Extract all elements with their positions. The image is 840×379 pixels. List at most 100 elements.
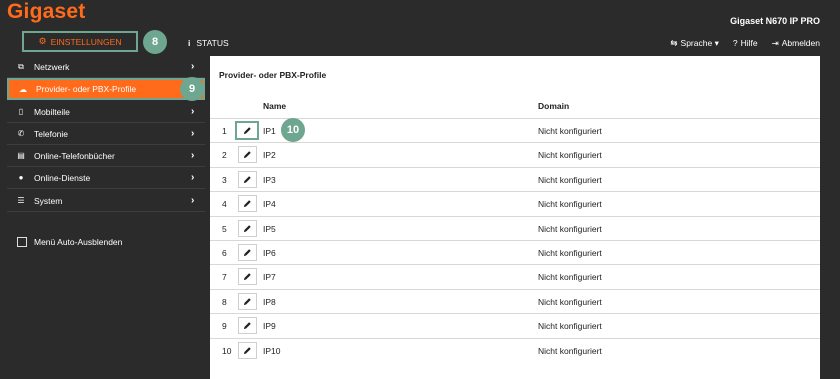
row-number: 7 — [222, 272, 227, 283]
step-badge-10: 10 — [281, 118, 305, 142]
profile-domain: Nicht konfiguriert — [538, 126, 602, 136]
chevron-right-icon: › — [191, 61, 195, 72]
chevron-right-icon: › — [191, 128, 195, 139]
pencil-icon — [243, 297, 252, 306]
table-row: 2 IP2 Nicht konfiguriert — [210, 142, 820, 166]
table-row: 4 IP4 Nicht konfiguriert — [210, 191, 820, 215]
profile-name: IP7 — [263, 272, 276, 283]
cloud-icon: ☁ — [19, 84, 27, 94]
edit-button[interactable] — [238, 170, 257, 188]
info-icon: i — [188, 38, 191, 48]
table-row: 3 IP3 Nicht konfiguriert — [210, 166, 820, 191]
edit-button[interactable] — [238, 268, 257, 286]
pencil-icon — [243, 248, 252, 257]
profile-domain: Nicht konfiguriert — [538, 150, 602, 161]
sidebar-item-label: System — [34, 195, 63, 206]
sidebar-item-online-services[interactable]: ● Online-Dienste › — [7, 167, 205, 189]
profile-domain: Nicht konfiguriert — [538, 272, 602, 283]
chevron-right-icon: › — [191, 172, 195, 183]
profile-domain: Nicht konfiguriert — [538, 248, 602, 258]
profile-domain: Nicht konfiguriert — [538, 174, 602, 185]
profile-domain: Nicht konfiguriert — [538, 199, 602, 210]
pencil-icon — [243, 126, 252, 135]
main-panel: Provider- oder PBX-Profile Name Domain 1… — [210, 56, 820, 379]
pencil-icon — [243, 272, 252, 281]
gigaset-logo: Gigaset — [7, 0, 86, 23]
profile-domain: Nicht konfiguriert — [538, 296, 602, 307]
sidebar-item-label: Netzwerk — [34, 61, 70, 72]
pencil-icon — [243, 150, 252, 159]
book-icon: ▤ — [17, 151, 25, 160]
pencil-icon — [243, 224, 252, 233]
chevron-right-icon: › — [191, 106, 195, 117]
sidebar-item-online-phonebooks[interactable]: ▤ Online-Telefonbücher › — [7, 145, 205, 167]
tab-settings[interactable]: ⚙ EINSTELLUNGEN — [22, 31, 138, 52]
auto-hide-label: Menü Auto-Ausblenden — [34, 237, 123, 247]
sidebar-item-system[interactable]: ☰ System › — [7, 190, 205, 212]
step-badge-8: 8 — [143, 30, 167, 54]
language-icon: ⇆ — [670, 38, 678, 48]
handset-icon: ▯ — [18, 107, 24, 116]
edit-button[interactable] — [238, 341, 257, 359]
sidebar-item-label: Mobilteile — [34, 106, 70, 117]
auto-hide-toggle[interactable]: Menü Auto-Ausblenden — [17, 237, 122, 247]
language-menu[interactable]: ⇆ Sprache ▾ — [670, 38, 718, 49]
logout-link[interactable]: ⇥ Abmelden — [772, 38, 820, 49]
sidebar-item-network[interactable]: ⧉ Netzwerk › — [7, 56, 205, 78]
sidebar-item-label: Provider- oder PBX-Profile — [36, 84, 137, 94]
sidebar-item-handsets[interactable]: ▯ Mobilteile › — [7, 101, 205, 123]
header-links: ⇆ Sprache ▾ ? Hilfe ⇥ Abmelden — [670, 38, 820, 49]
row-number: 3 — [222, 174, 227, 185]
logout-icon: ⇥ — [771, 38, 779, 48]
language-label: Sprache — [680, 38, 713, 48]
globe-icon: ● — [18, 173, 24, 182]
step-badge-9: 9 — [180, 77, 204, 101]
edit-button[interactable] — [235, 121, 259, 140]
help-link[interactable]: ? Hilfe — [733, 38, 758, 49]
profile-name: IP3 — [263, 174, 276, 185]
help-label: Hilfe — [740, 38, 758, 48]
tab-settings-label: EINSTELLUNGEN — [50, 36, 122, 47]
column-header-domain: Domain — [538, 101, 570, 111]
sidebar-item-label: Online-Telefonbücher — [34, 150, 115, 161]
caret-down-icon: ▾ — [712, 38, 719, 48]
table-row: 9 IP9 Nicht konfiguriert — [210, 313, 820, 337]
pencil-icon — [243, 321, 252, 330]
page-title: Provider- oder PBX-Profile — [219, 70, 327, 80]
table-row: 7 IP7 Nicht konfiguriert — [210, 264, 820, 288]
profile-name: IP5 — [263, 223, 276, 234]
row-number: 9 — [222, 321, 227, 332]
row-number: 1 — [222, 126, 227, 136]
edit-button[interactable] — [238, 195, 257, 213]
row-number: 4 — [222, 199, 227, 210]
edit-button[interactable] — [238, 317, 257, 335]
row-number: 6 — [222, 248, 227, 258]
edit-button[interactable] — [238, 244, 257, 261]
sidebar: ⧉ Netzwerk › ☁ Provider- oder PBX-Profil… — [7, 56, 205, 379]
edit-button[interactable] — [238, 292, 257, 310]
chevron-right-icon: › — [191, 150, 195, 161]
edit-button[interactable] — [238, 146, 257, 164]
sidebar-item-provider-profiles[interactable]: ☁ Provider- oder PBX-Profile — [7, 78, 205, 100]
tab-status[interactable]: i STATUS — [188, 38, 229, 48]
profile-domain: Nicht konfiguriert — [538, 223, 602, 234]
pencil-icon — [243, 346, 252, 355]
table-row: 6 IP6 Nicht konfiguriert — [210, 240, 820, 264]
row-number: 2 — [222, 150, 227, 161]
profile-domain: Nicht konfiguriert — [538, 345, 602, 356]
profile-domain: Nicht konfiguriert — [538, 321, 602, 332]
profile-name: IP4 — [263, 199, 276, 210]
row-number: 10 — [222, 345, 232, 356]
table-row: 8 IP8 Nicht konfiguriert — [210, 288, 820, 313]
auto-hide-checkbox[interactable] — [17, 237, 27, 247]
profile-name: IP1 — [263, 126, 276, 136]
table-row: 5 IP5 Nicht konfiguriert — [210, 215, 820, 240]
question-icon: ? — [732, 38, 738, 48]
edit-button[interactable] — [238, 219, 257, 237]
sidebar-item-telephony[interactable]: ✆ Telefonie › — [7, 123, 205, 145]
profile-name: IP10 — [263, 345, 281, 356]
device-name: Gigaset N670 IP PRO — [730, 16, 820, 26]
column-header-name: Name — [263, 101, 287, 111]
profile-name: IP9 — [263, 321, 276, 332]
pencil-icon — [243, 175, 252, 184]
